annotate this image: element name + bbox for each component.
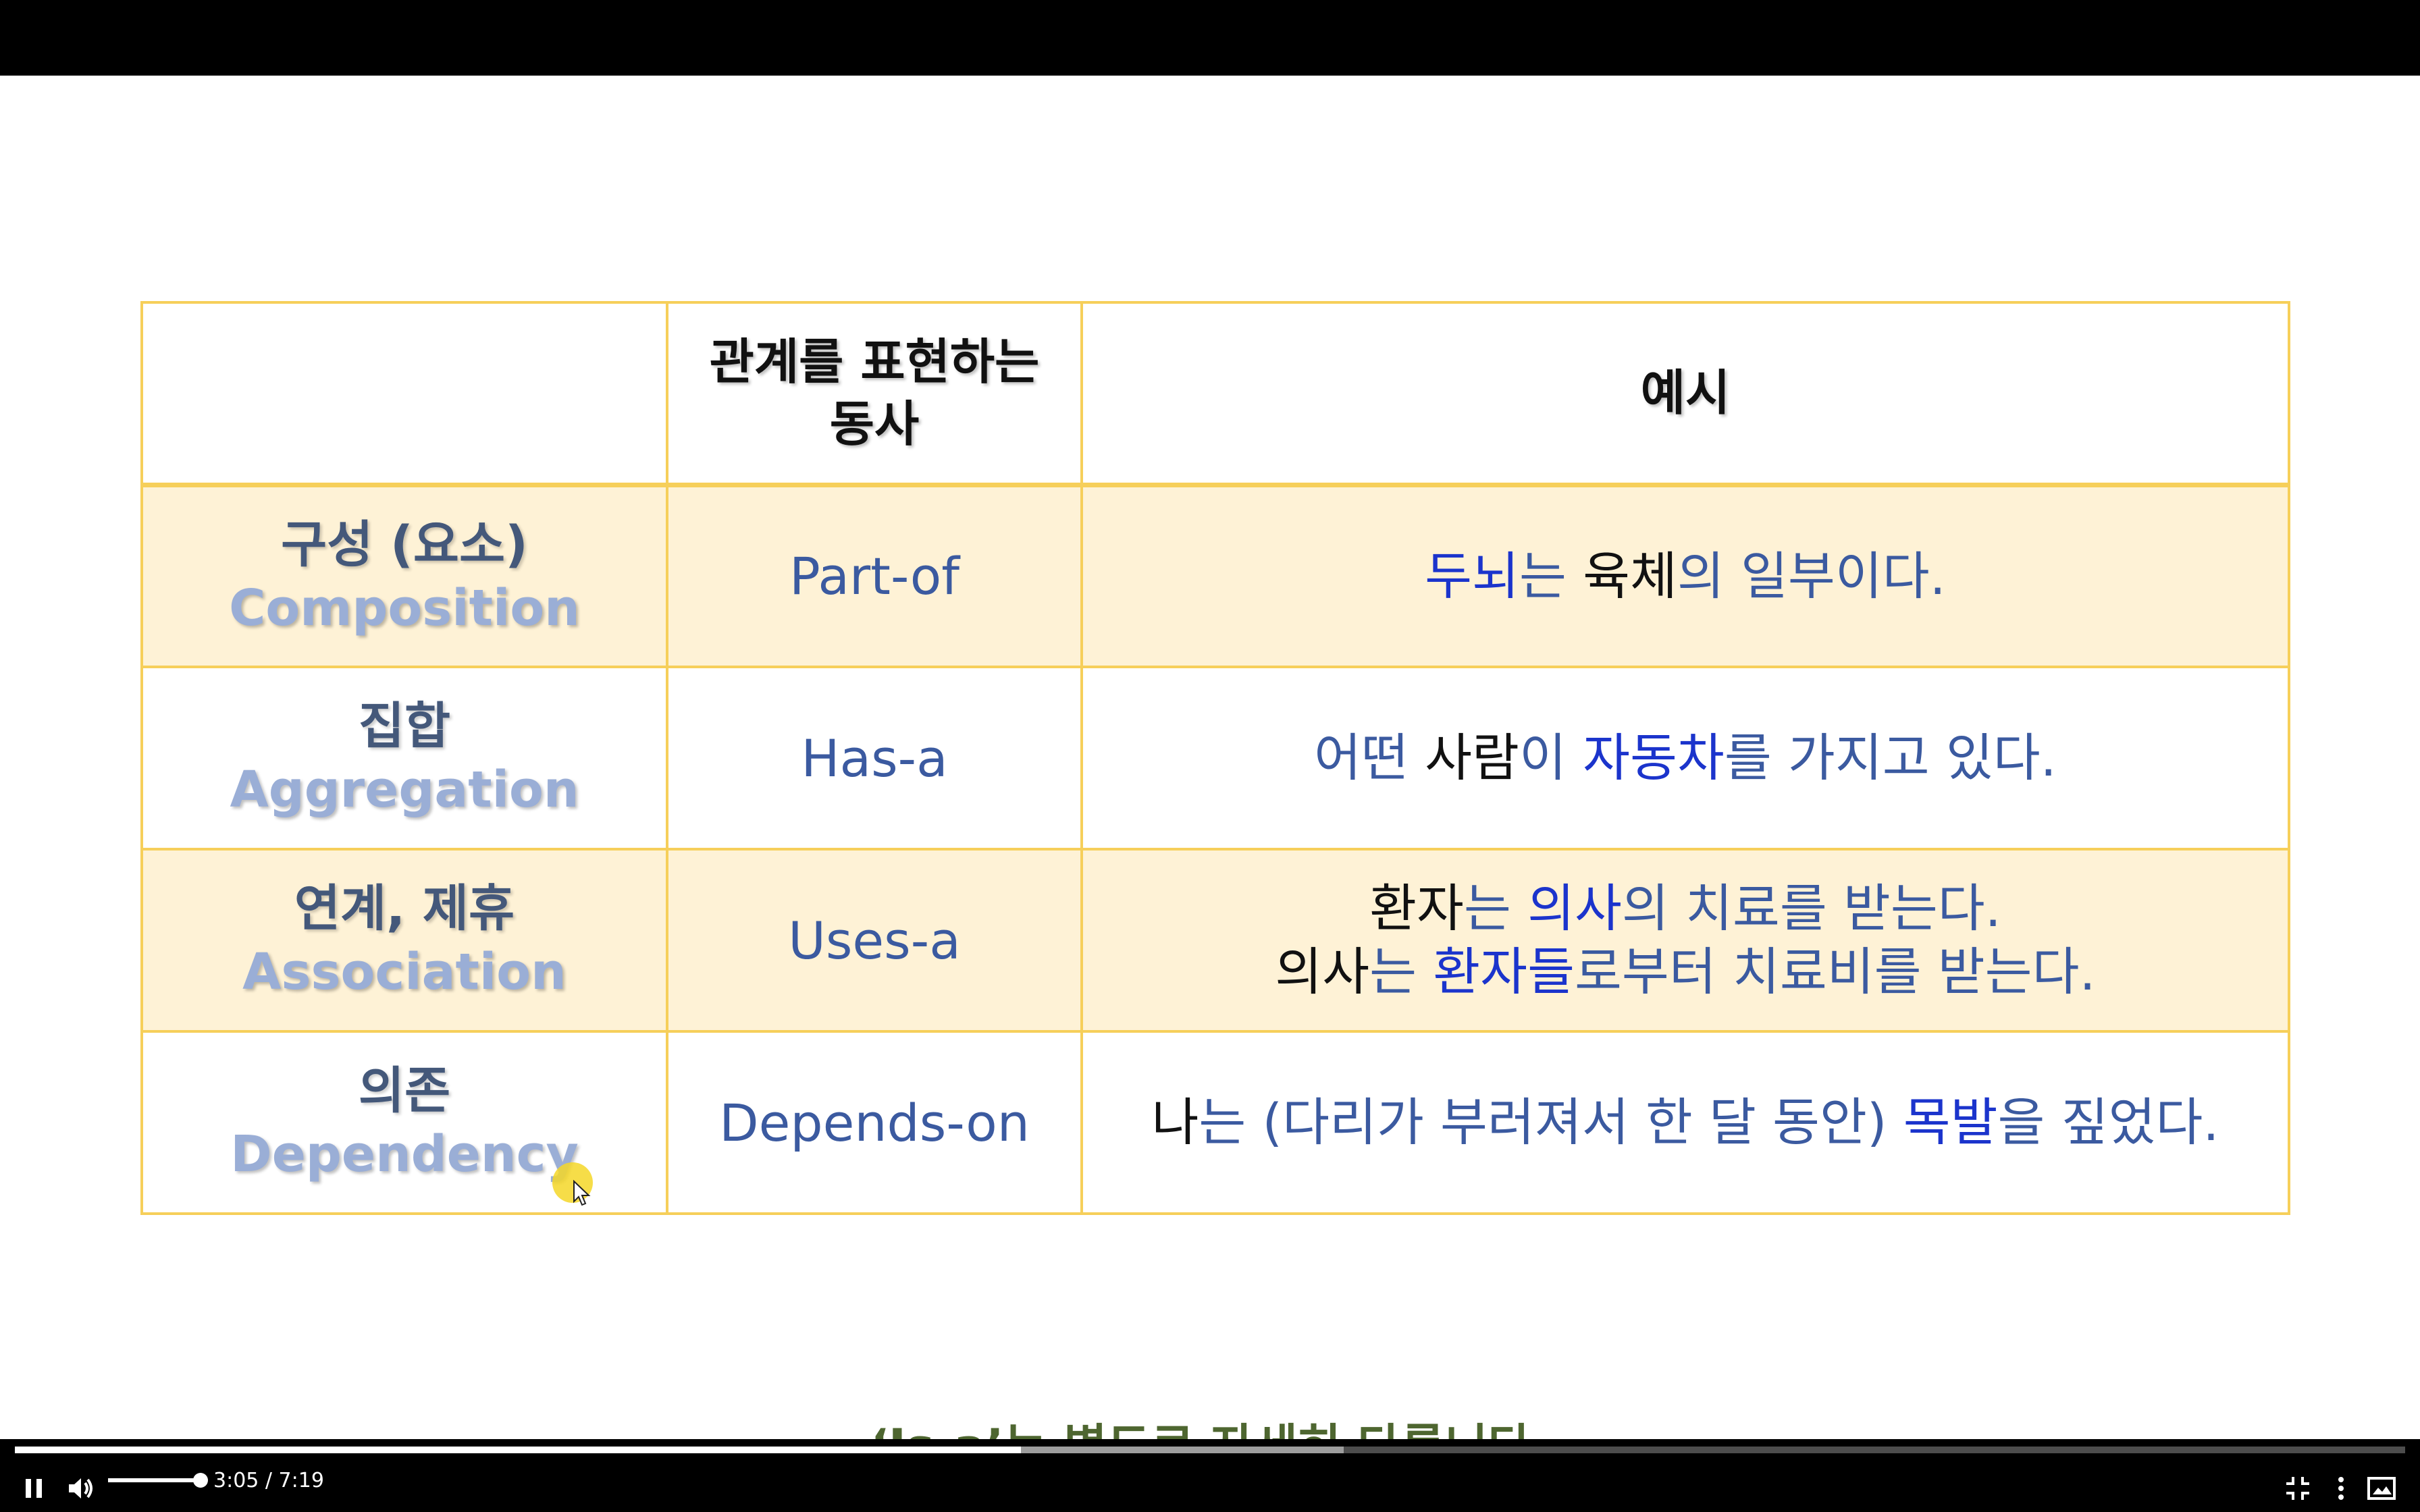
example-segment: 자동차	[1583, 728, 1725, 788]
more-options-icon[interactable]	[2325, 1473, 2357, 1504]
example-segment: 를 가지고 있다.	[1724, 728, 2057, 788]
example-line: 나는 (다리가 부러져서 한 달 동안) 목발을 짚었다.	[1083, 1091, 2288, 1154]
mouse-pointer-icon	[573, 1180, 591, 1206]
table-row: 의존 Dependency Depends-on 나는 (다리가 부러져서 한 달 동…	[140, 1030, 2290, 1215]
relation-example-cell: 환자는 의사의 치료를 받는다. 의사는 환자들로부터 치료비를 받는다.	[1080, 848, 2290, 1033]
header-verb-line2: 동사	[829, 396, 920, 453]
relation-name-cell: 집합 Aggregation	[140, 666, 668, 850]
relation-korean: 연계, 제휴	[294, 880, 515, 938]
example-line: 환자는 의사의 치료를 받는다.	[1083, 877, 2288, 940]
example-segment: 어떤	[1314, 728, 1425, 788]
example-segment: 로부터 치료비를 받는다.	[1575, 942, 2096, 1002]
example-segment: 환자	[1369, 878, 1464, 938]
header-example-cell: 예시	[1080, 301, 2290, 487]
table-row: 구성 (요소) Composition Part-of 두뇌는 육체의 일부이다.	[140, 483, 2290, 668]
relation-verb-cell: Depends-on	[666, 1030, 1083, 1215]
video-frame[interactable]: 관계를 표현하는 동사 예시 구성 (요소) Composition Part-of…	[0, 76, 2420, 1474]
example-segment: 의사	[1275, 942, 1370, 1002]
relation-verb: Depends-on	[719, 1092, 1030, 1153]
relation-example-cell: 어떤 사람이 자동차를 가지고 있다.	[1080, 666, 2290, 850]
relation-verb: Has-a	[801, 728, 948, 788]
example-line: 의사는 환자들로부터 치료비를 받는다.	[1083, 940, 2288, 1004]
pause-icon[interactable]	[19, 1473, 50, 1504]
example-segment: 는	[1369, 942, 1433, 1002]
relation-korean: 의존	[358, 1062, 451, 1120]
relation-verb-cell: Has-a	[666, 666, 1083, 850]
picture-in-picture-icon[interactable]	[2366, 1473, 2397, 1504]
example-segment: 는 (다리가 부러져서 한 달 동안)	[1199, 1092, 1903, 1152]
relation-korean: 집합	[358, 697, 451, 755]
progress-played	[15, 1447, 1022, 1453]
example-segment: 의사	[1527, 878, 1622, 938]
relation-verb: Uses-a	[788, 910, 961, 971]
example-segment: 는	[1519, 545, 1583, 606]
relationship-table: 관계를 표현하는 동사 예시 구성 (요소) Composition Part-of…	[140, 301, 2290, 1215]
relation-name-cell: 구성 (요소) Composition	[140, 483, 668, 668]
volume-icon[interactable]	[65, 1473, 96, 1504]
example-segment: 의 치료를 받는다.	[1621, 878, 2001, 938]
relation-english: Association	[242, 943, 567, 1001]
relation-korean: 구성 (요소)	[281, 515, 528, 574]
table-row: 집합 Aggregation Has-a 어떤 사람이 자동차를 가지고 있다.	[140, 666, 2290, 850]
relation-english: Aggregation	[230, 761, 579, 819]
example-line: 어떤 사람이 자동차를 가지고 있다.	[1083, 726, 2288, 790]
example-segment: 사람	[1425, 728, 1519, 788]
example-segment: 는	[1463, 878, 1528, 938]
header-verb-line1: 관계를 표현하는	[709, 333, 1040, 391]
progress-bar[interactable]	[15, 1447, 2405, 1453]
exit-fullscreen-icon[interactable]	[2282, 1473, 2313, 1504]
example-segment: 나	[1151, 1092, 1199, 1152]
video-controls-bar	[0, 1439, 2420, 1512]
time-display: 3:05 / 7:19	[213, 1469, 324, 1492]
header-example: 예시	[1640, 364, 1731, 422]
example-segment: 을 짚었다.	[1997, 1092, 2219, 1152]
example-segment: 목발	[1903, 1092, 1998, 1152]
relation-example-cell: 나는 (다리가 부러져서 한 달 동안) 목발을 짚었다.	[1080, 1030, 2290, 1215]
relation-verb: Part-of	[789, 546, 960, 607]
header-empty-cell	[140, 301, 668, 487]
example-segment: 환자들	[1433, 942, 1575, 1002]
table-row: 연계, 제휴 Association Uses-a 환자는 의사의 치료를 받는다. 의…	[140, 848, 2290, 1033]
header-verb-cell: 관계를 표현하는 동사	[666, 301, 1083, 487]
relation-name-cell: 연계, 제휴 Association	[140, 848, 668, 1033]
example-segment: 두뇌	[1425, 545, 1519, 606]
example-line: 두뇌는 육체의 일부이다.	[1083, 545, 2288, 608]
relation-verb-cell: Uses-a	[666, 848, 1083, 1033]
example-segment: 이	[1519, 728, 1583, 788]
relation-english: Composition	[229, 578, 580, 637]
example-segment: 의 일부이다.	[1677, 545, 1946, 606]
table-header-row: 관계를 표현하는 동사 예시	[140, 301, 2290, 487]
volume-knob[interactable]	[193, 1473, 208, 1488]
volume-slider[interactable]	[108, 1478, 201, 1482]
example-segment: 육체	[1583, 545, 1677, 606]
relation-verb-cell: Part-of	[666, 483, 1083, 668]
relation-example-cell: 두뇌는 육체의 일부이다.	[1080, 483, 2290, 668]
